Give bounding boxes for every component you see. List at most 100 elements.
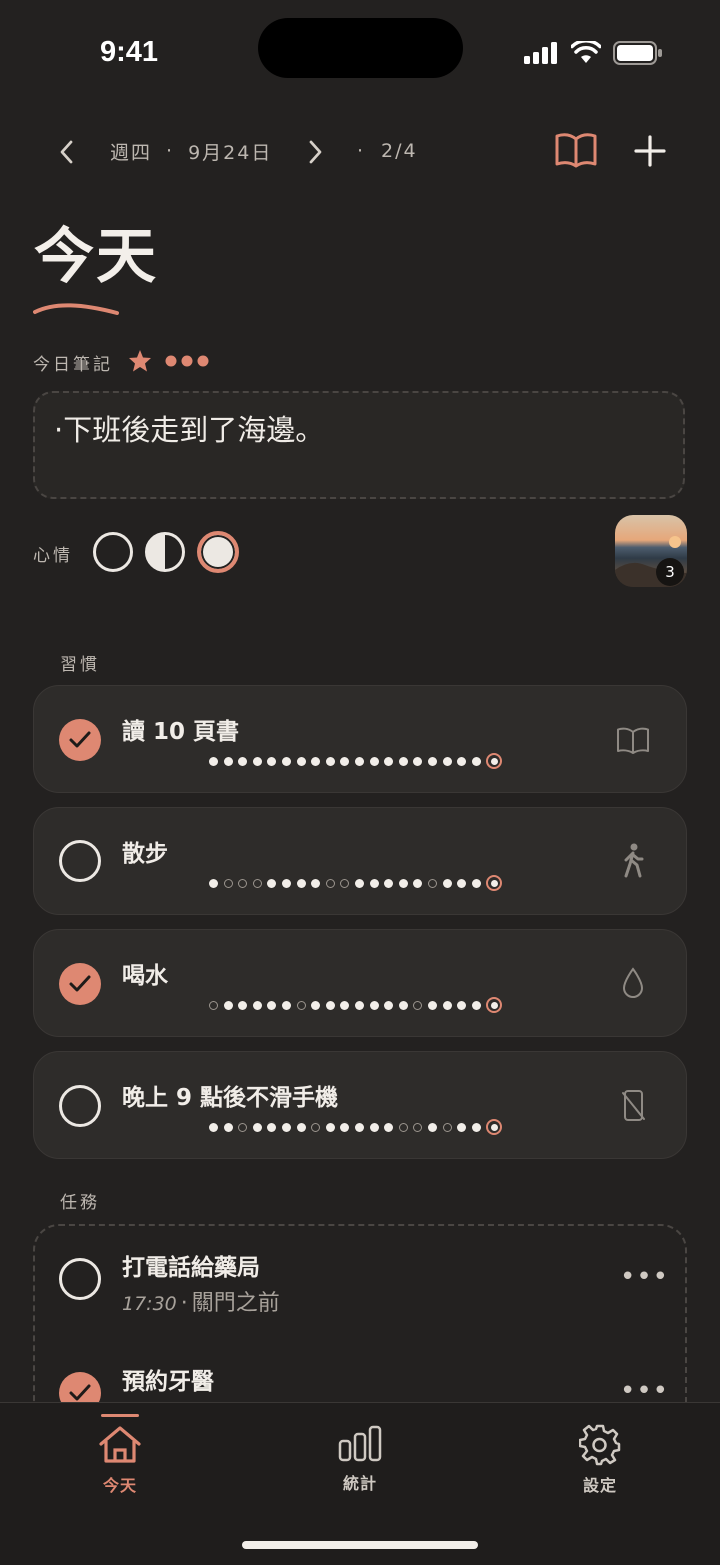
next-day-icon[interactable] bbox=[306, 139, 324, 165]
task-more-icon[interactable]: ••• bbox=[620, 1262, 669, 1292]
habit-done-dot bbox=[209, 1122, 218, 1132]
habit-done-dot bbox=[384, 1000, 394, 1010]
habit-today-dot bbox=[486, 997, 503, 1013]
habit-done-dot bbox=[325, 1122, 335, 1132]
habit-done-dot bbox=[398, 878, 408, 888]
task-time: 17:30 bbox=[122, 1293, 177, 1315]
habit-done-dot bbox=[457, 1122, 467, 1132]
habit-done-dot bbox=[267, 878, 277, 888]
habit-done-dot bbox=[311, 878, 321, 888]
habit-done-dot bbox=[311, 1000, 321, 1010]
habit-missed-dot bbox=[442, 1122, 452, 1132]
habit-done-dot bbox=[267, 1122, 277, 1132]
journal-book-icon[interactable] bbox=[555, 131, 597, 169]
habit-done-dot bbox=[369, 1122, 379, 1132]
habit-done-dot bbox=[354, 756, 364, 766]
habit-done-dot bbox=[427, 756, 437, 766]
habit-history bbox=[209, 751, 503, 771]
previous-day-icon[interactable] bbox=[58, 139, 76, 165]
gear-icon bbox=[579, 1424, 621, 1466]
tab-settings-label: 設定 bbox=[582, 1476, 617, 1495]
habit-name: 散步 bbox=[122, 841, 168, 867]
task-detail: 17:30 · 關門之前 bbox=[122, 1291, 280, 1316]
tab-settings[interactable]: 設定 bbox=[560, 1424, 640, 1496]
habit-done-dot bbox=[354, 1122, 364, 1132]
add-icon[interactable] bbox=[634, 135, 666, 167]
habit-done-dot bbox=[471, 878, 481, 888]
photo-count-badge: 3 bbox=[656, 558, 684, 586]
tab-stats-label: 統計 bbox=[342, 1474, 377, 1493]
task-name[interactable]: 打電話給藥局 bbox=[122, 1248, 260, 1282]
task-note: 關門之前 bbox=[191, 1291, 280, 1316]
mood-low-option[interactable] bbox=[93, 532, 133, 572]
habit-done-dot bbox=[296, 878, 306, 888]
habit-done-dot bbox=[427, 1122, 437, 1132]
habit-checkbox[interactable] bbox=[59, 963, 101, 1005]
cellular-signal-icon bbox=[524, 42, 557, 64]
habit-done-dot bbox=[281, 878, 291, 888]
habit-done-dot bbox=[354, 1000, 364, 1010]
habit-done-dot bbox=[281, 756, 291, 766]
habit-done-dot bbox=[457, 878, 467, 888]
habit-done-dot bbox=[427, 1000, 437, 1010]
habit-done-dot bbox=[325, 1000, 335, 1010]
checkmark-icon bbox=[69, 1384, 91, 1401]
note-label: 今日筆記 bbox=[33, 355, 113, 375]
date-label: 週四 · 9月24日 bbox=[110, 128, 272, 174]
tab-today[interactable]: 今天 bbox=[80, 1424, 160, 1496]
habit-done-dot bbox=[296, 756, 306, 766]
habit-missed-dot bbox=[238, 1122, 248, 1132]
habit-missed-dot bbox=[311, 1122, 321, 1132]
habit-done-dot bbox=[252, 756, 262, 766]
habit-today-dot bbox=[486, 753, 503, 769]
note-text: ·下班後走到了海邊。 bbox=[54, 413, 325, 447]
checkmark-icon bbox=[69, 731, 91, 748]
habit-done-dot bbox=[281, 1122, 291, 1132]
star-icon[interactable] bbox=[128, 349, 152, 373]
habit-today-dot bbox=[486, 875, 503, 891]
habit-missed-dot bbox=[398, 1122, 408, 1132]
mood-high-option[interactable] bbox=[197, 531, 239, 573]
habit-history bbox=[209, 873, 503, 893]
habit-done-dot bbox=[413, 878, 423, 888]
habit-done-dot bbox=[281, 1000, 291, 1010]
habit-done-dot bbox=[457, 1000, 467, 1010]
habit-done-dot bbox=[311, 756, 321, 766]
habit-checkbox[interactable] bbox=[59, 1085, 101, 1127]
habit-done-dot bbox=[238, 1000, 248, 1010]
habit-today-dot bbox=[486, 1119, 503, 1135]
task-checkbox[interactable] bbox=[59, 1258, 101, 1300]
note-more-icon[interactable] bbox=[164, 354, 210, 368]
habit-done-dot bbox=[384, 1122, 394, 1132]
habit-history bbox=[209, 995, 503, 1015]
battery-icon bbox=[613, 41, 662, 65]
page-number: 2/4 bbox=[381, 140, 418, 162]
habit-done-dot bbox=[471, 1122, 481, 1132]
tab-stats[interactable]: 統計 bbox=[320, 1424, 400, 1496]
status-time: 9:41 bbox=[100, 36, 159, 68]
habit-name: 讀 10 頁書 bbox=[122, 719, 240, 745]
dynamic-island bbox=[258, 18, 463, 78]
water-drop-icon bbox=[622, 967, 644, 998]
habit-missed-dot bbox=[252, 878, 262, 888]
tasks-section-label: 任務 bbox=[60, 1193, 100, 1213]
habit-done-dot bbox=[457, 756, 467, 766]
habit-done-dot bbox=[267, 756, 277, 766]
habit-checkbox[interactable] bbox=[59, 719, 101, 761]
stats-icon bbox=[338, 1425, 382, 1462]
habit-done-dot bbox=[471, 756, 481, 766]
habit-missed-dot bbox=[325, 878, 335, 888]
mood-mid-option[interactable] bbox=[145, 532, 185, 572]
habit-done-dot bbox=[223, 1122, 233, 1132]
habit-checkbox[interactable] bbox=[59, 840, 101, 882]
habit-missed-dot bbox=[223, 878, 233, 888]
habit-done-dot bbox=[369, 756, 379, 766]
habit-name: 晚上 9 點後不滑手機 bbox=[122, 1085, 339, 1111]
book-icon bbox=[617, 727, 649, 754]
task-name[interactable]: 預約牙醫 bbox=[122, 1362, 214, 1396]
habit-done-dot bbox=[471, 1000, 481, 1010]
habit-done-dot bbox=[413, 756, 423, 766]
habit-done-dot bbox=[354, 878, 364, 888]
active-tab-indicator bbox=[101, 1414, 139, 1417]
title-underline-swoosh bbox=[33, 303, 119, 315]
